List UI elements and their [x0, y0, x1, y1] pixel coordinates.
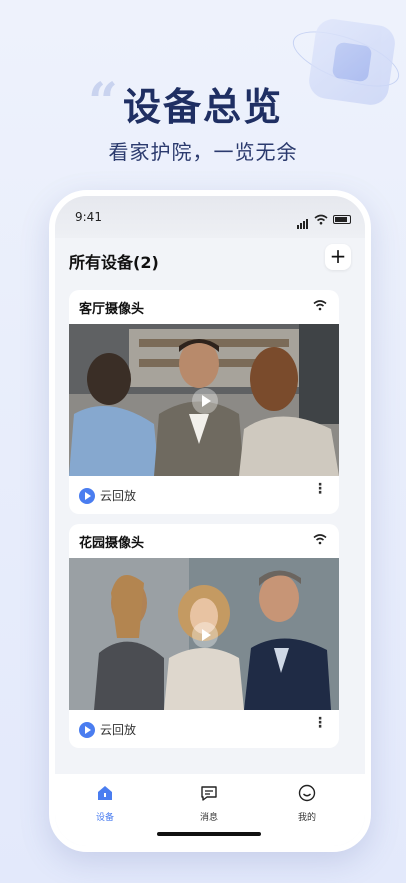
camera-feed[interactable]: [69, 324, 339, 476]
home-indicator: [157, 832, 261, 836]
cloud-play-icon: [79, 487, 95, 504]
hero-title: 设备总览: [122, 85, 283, 129]
tab-messages[interactable]: 消息: [179, 784, 239, 823]
message-icon: [201, 786, 217, 801]
add-device-button[interactable]: +: [325, 244, 351, 270]
page-title: 所有设备(2): [69, 253, 159, 272]
cloud-playback-label: 云回放: [100, 489, 137, 503]
cloud-playback-button[interactable]: 云回放: [79, 487, 136, 504]
play-button[interactable]: [192, 388, 218, 414]
wifi-icon: [313, 534, 327, 545]
tab-profile[interactable]: 我的: [277, 784, 337, 823]
device-card[interactable]: 花园摄像头 云回放 ⋮: [69, 524, 339, 748]
device-card[interactable]: 客厅摄像头 云回放 ⋮: [69, 290, 339, 514]
wifi-status-icon: [314, 214, 328, 225]
more-options-button[interactable]: ⋮: [313, 716, 327, 730]
tab-label: 设备: [95, 813, 114, 823]
camera-feed[interactable]: [69, 558, 339, 710]
wifi-icon: [313, 300, 327, 311]
cloud-playback-button[interactable]: 云回放: [79, 721, 136, 738]
device-name: 客厅摄像头: [79, 302, 145, 317]
tab-devices[interactable]: 设备: [75, 784, 135, 823]
more-options-button[interactable]: ⋮: [313, 482, 327, 496]
cloud-play-icon: [79, 721, 95, 738]
phone-frame: 9:41 所有设备(2) + 客厅摄像头 云回放 ⋮ 花园摄像头 云回放 ⋮ 设…: [49, 190, 371, 852]
status-time: 9:41: [75, 210, 102, 224]
signal-icon: [297, 210, 309, 229]
home-icon: [98, 786, 112, 800]
tab-label: 我的: [297, 813, 316, 823]
play-button[interactable]: [192, 622, 218, 648]
battery-icon: [333, 215, 351, 224]
device-name: 花园摄像头: [79, 536, 145, 551]
tab-label: 消息: [199, 813, 218, 823]
cloud-playback-label: 云回放: [100, 723, 137, 737]
status-bar: 9:41: [55, 196, 365, 238]
profile-icon: [298, 784, 316, 802]
status-icons: [297, 210, 351, 229]
hero-subtitle: 看家护院，一览无余: [108, 140, 298, 164]
